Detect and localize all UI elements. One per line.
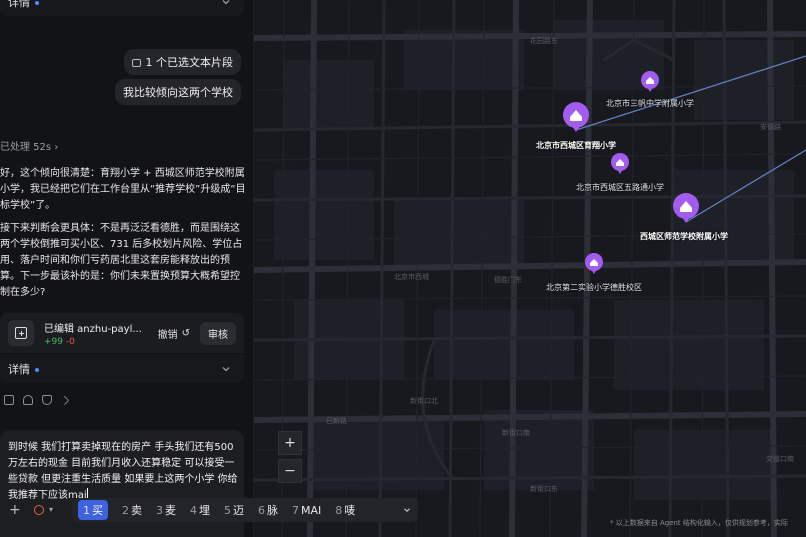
road-label: 新街口东 xyxy=(530,485,558,493)
undo-button[interactable]: 撤销 ↺ xyxy=(158,326,190,341)
assistant-paragraph-1: 好，这个倾向很清楚：育翔小学 + 西城区师范学校附属小学，我已经把它们在工作台里… xyxy=(0,168,246,211)
added-lines: +99 xyxy=(44,336,63,347)
add-attachment-icon[interactable]: + xyxy=(9,502,21,518)
details-toggle-top[interactable]: 详情 xyxy=(0,0,244,16)
candidate-text: 迈 xyxy=(233,504,244,517)
chevron-down-icon[interactable] xyxy=(402,505,412,515)
ime-candidate[interactable]: 4埋 xyxy=(190,502,210,518)
text-fragment-icon xyxy=(131,59,141,67)
road-label: 交道口南 xyxy=(766,455,794,463)
undo-icon: ↺ xyxy=(181,327,190,339)
status-dot xyxy=(35,368,39,372)
edit-card: 已编辑 anzhu-payl... +99 -0 撤销 ↺ 审核 xyxy=(0,313,244,353)
road-label: 已新路 xyxy=(326,417,347,425)
candidate-number: 6 xyxy=(258,504,265,517)
input-value: 到时候 我们打算卖掉现在的房产 手头我们还有500万左右的现金 目前我们月收入还… xyxy=(8,442,238,501)
map-canvas[interactable] xyxy=(254,0,806,537)
zoom-out-button[interactable]: − xyxy=(278,459,302,483)
warning-icon[interactable] xyxy=(34,505,44,515)
edit-title: 已编辑 anzhu-payl... xyxy=(44,323,142,335)
candidate-number: 3 xyxy=(156,504,163,517)
pin-label: 西城区师范学校附属小学 xyxy=(640,232,728,241)
map-disclaimer: * 以上数据来自 Agent 结构化输入，仅供规划参考，实际 xyxy=(610,519,788,527)
chevron-down-icon xyxy=(222,0,230,5)
ime-candidate[interactable]: 2卖 xyxy=(122,502,142,518)
road-label: 德胜门东 xyxy=(494,276,522,284)
processed-status[interactable]: 已处理 52s › xyxy=(0,138,58,153)
processed-label: 已处理 52s xyxy=(0,142,52,153)
chat-panel: 详情 1 个已选文本片段 我比较倾向这两个学校 已处理 52s › 好，这个倾向… xyxy=(0,0,254,537)
ime-candidate[interactable]: 7 MAI xyxy=(292,504,321,517)
ime-candidate[interactable]: 6脉 xyxy=(258,502,278,518)
assistant-paragraph-2: 接下来判断会更具体：不是再泛泛看德胜，而是围绕这两个学校倒推可买小区、731 后… xyxy=(0,223,243,298)
ime-candidate[interactable]: 5迈 xyxy=(224,502,244,518)
road-label: 新街口北 xyxy=(410,397,438,405)
details-label: 详情 xyxy=(8,0,30,9)
message-input-text[interactable]: 到时候 我们打算卖掉现在的房产 手头我们还有500万左右的现金 目前我们月收入还… xyxy=(8,440,238,504)
app-window: 详情 1 个已选文本片段 我比较倾向这两个学校 已处理 52s › 好，这个倾向… xyxy=(0,0,806,537)
candidate-text: MAI xyxy=(301,503,322,517)
candidate-text: 卖 xyxy=(131,504,142,517)
chevron-down-icon xyxy=(222,367,230,372)
road-label: 花园路东 xyxy=(530,37,558,45)
pin-label: 北京第二实验小学德胜校区 xyxy=(546,283,642,292)
removed-lines: -0 xyxy=(65,336,75,347)
pin-label: 北京市三帆中学附属小学 xyxy=(606,99,694,108)
candidate-number: 5 xyxy=(224,504,231,517)
zoom-in-button[interactable]: + xyxy=(278,431,302,455)
status-dot xyxy=(35,1,39,5)
thumbs-up-icon[interactable] xyxy=(23,395,33,405)
user-message-text: 我比较倾向这两个学校 xyxy=(123,86,233,99)
road-label: 安德路 xyxy=(760,123,781,131)
road-label: 新街口南 xyxy=(502,429,530,437)
file-diff-icon xyxy=(8,320,34,346)
map-view[interactable]: 北京市三帆中学附属小学 北京市西城区育翔小学 北京市西城区五路通小学 西城区师范… xyxy=(254,0,806,537)
chevron-down-icon[interactable]: ▾ xyxy=(49,505,53,514)
share-icon[interactable] xyxy=(59,395,70,406)
candidate-text: 脉 xyxy=(267,504,278,517)
copy-icon[interactable] xyxy=(4,395,14,405)
pin-label: 北京市西城区育翔小学 xyxy=(536,141,616,150)
message-actions xyxy=(4,395,70,406)
candidate-text: 唛 xyxy=(344,504,356,517)
candidate-text: 麦 xyxy=(165,504,176,517)
undo-label: 撤销 xyxy=(157,329,178,341)
candidate-text: 买 xyxy=(92,504,103,517)
candidate-number: 7 xyxy=(292,503,299,517)
thumbs-down-icon[interactable] xyxy=(42,395,52,405)
user-message-bubble: 我比较倾向这两个学校 xyxy=(115,79,241,105)
review-button[interactable]: 审核 xyxy=(200,321,236,345)
details-label: 详情 xyxy=(8,363,30,376)
ime-candidate[interactable]: 3麦 xyxy=(156,502,176,518)
selected-fragment-chip[interactable]: 1 个已选文本片段 xyxy=(123,49,241,75)
chevron-right-icon: › xyxy=(54,142,59,153)
ime-candidate[interactable]: 1买 xyxy=(78,500,108,520)
pin-label: 北京市西城区五路通小学 xyxy=(576,183,664,192)
candidate-text: 埋 xyxy=(199,504,210,517)
details-toggle[interactable]: 详情 xyxy=(0,355,244,383)
candidate-number: 1 xyxy=(83,504,90,517)
ime-candidate[interactable]: 8唛 xyxy=(335,502,355,518)
candidate-number: 4 xyxy=(190,504,197,517)
ime-candidate-bar: 1买 2卖 3麦 4埋 5迈 6脉 7 MAI 8唛 xyxy=(72,498,418,522)
selected-fragment-label: 1 个已选文本片段 xyxy=(145,56,234,69)
candidate-number: 2 xyxy=(122,504,129,517)
road-label: 北京市西城 xyxy=(394,273,429,281)
candidate-number: 8 xyxy=(335,504,343,517)
